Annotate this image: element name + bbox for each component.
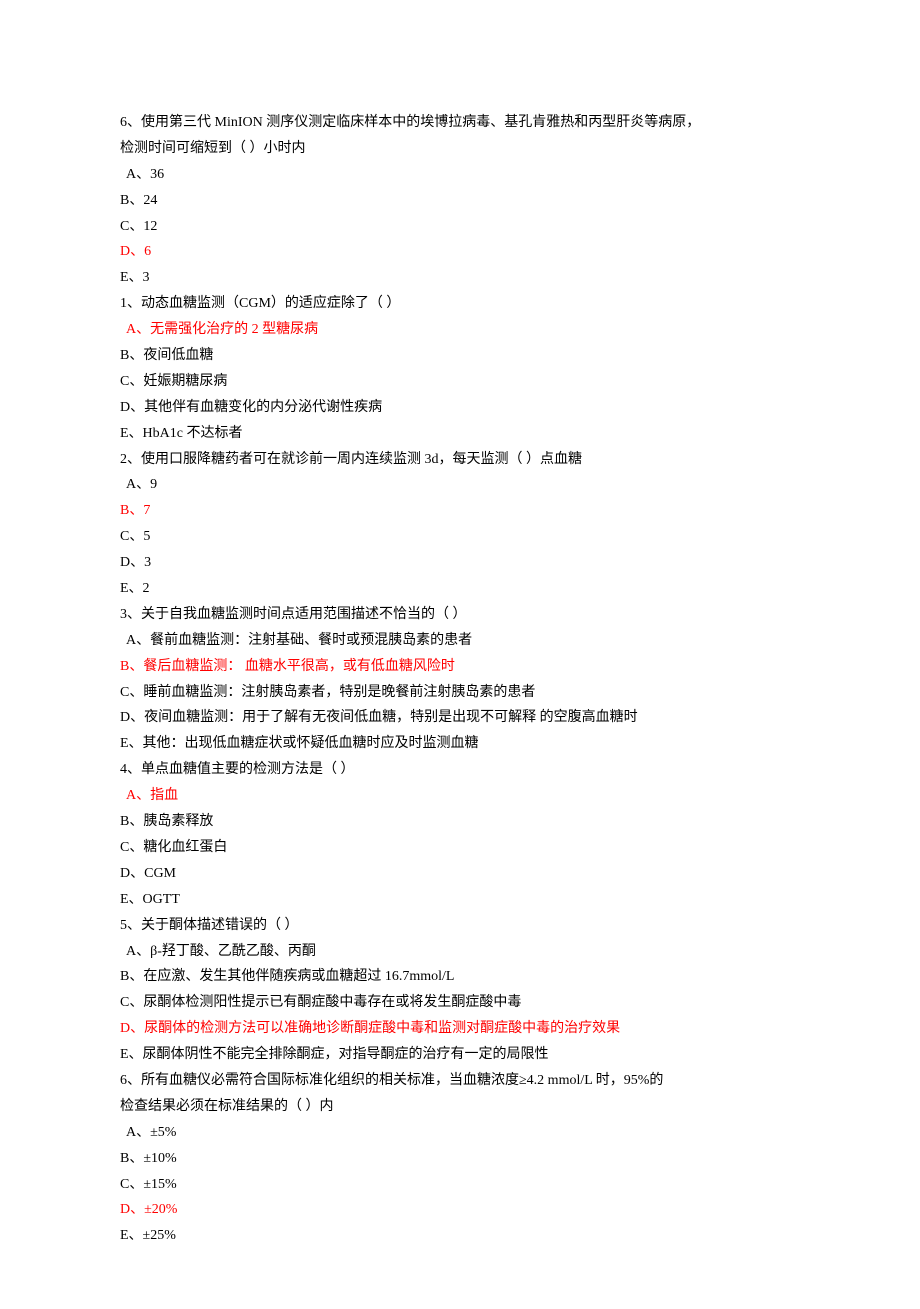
text-line: D、±20%	[120, 1197, 800, 1223]
text-line: E、HbA1c 不达标者	[120, 421, 800, 447]
text-line: 5、关于酮体描述错误的（ ）	[120, 913, 800, 939]
text-line: E、2	[120, 576, 800, 602]
text-line: D、尿酮体的检测方法可以准确地诊断酮症酸中毒和监测对酮症酸中毒的治疗效果	[120, 1016, 800, 1042]
text-line: A、餐前血糖监测：注射基础、餐时或预混胰岛素的患者	[120, 628, 800, 654]
text-line: 3、关于自我血糖监测时间点适用范围描述不恰当的（ ）	[120, 602, 800, 628]
text-line: A、9	[120, 472, 800, 498]
text-line: C、尿酮体检测阳性提示已有酮症酸中毒存在或将发生酮症酸中毒	[120, 990, 800, 1016]
text-line: B、在应激、发生其他伴随疾病或血糖超过 16.7mmol/L	[120, 964, 800, 990]
text-line: C、妊娠期糖尿病	[120, 369, 800, 395]
text-line: A、±5%	[120, 1120, 800, 1146]
text-line: A、无需强化治疗的 2 型糖尿病	[120, 317, 800, 343]
text-line: A、指血	[120, 783, 800, 809]
text-line: 1、动态血糖监测（CGM）的适应症除了（ ）	[120, 291, 800, 317]
text-line: C、12	[120, 214, 800, 240]
text-line: 6、所有血糖仪必需符合国际标准化组织的相关标准，当血糖浓度≥4.2 mmol/L…	[120, 1068, 800, 1094]
text-line: 6、使用第三代 MinION 测序仪测定临床样本中的埃博拉病毒、基孔肯雅热和丙型…	[120, 110, 800, 136]
text-line: A、36	[120, 162, 800, 188]
text-line: B、±10%	[120, 1146, 800, 1172]
text-line: E、3	[120, 265, 800, 291]
text-line: E、其他：出现低血糖症状或怀疑低血糖时应及时监测血糖	[120, 731, 800, 757]
text-line: D、CGM	[120, 861, 800, 887]
text-line: 4、单点血糖值主要的检测方法是（ ）	[120, 757, 800, 783]
text-line: C、睡前血糖监测：注射胰岛素者，特别是晚餐前注射胰岛素的患者	[120, 680, 800, 706]
text-line: E、±25%	[120, 1223, 800, 1249]
text-line: D、3	[120, 550, 800, 576]
text-line: D、6	[120, 239, 800, 265]
text-line: B、24	[120, 188, 800, 214]
text-line: 检测时间可缩短到（ ）小时内	[120, 136, 800, 162]
text-line: 2、使用口服降糖药者可在就诊前一周内连续监测 3d，每天监测（ ）点血糖	[120, 447, 800, 473]
text-line: C、5	[120, 524, 800, 550]
text-line: B、餐后血糖监测： 血糖水平很高，或有低血糖风险时	[120, 654, 800, 680]
text-line: E、OGTT	[120, 887, 800, 913]
text-line: B、胰岛素释放	[120, 809, 800, 835]
text-line: 检查结果必须在标准结果的（ ）内	[120, 1094, 800, 1120]
text-line: C、±15%	[120, 1172, 800, 1198]
text-line: E、尿酮体阴性不能完全排除酮症，对指导酮症的治疗有一定的局限性	[120, 1042, 800, 1068]
text-line: D、夜间血糖监测：用于了解有无夜间低血糖，特别是出现不可解释 的空腹高血糖时	[120, 705, 800, 731]
text-line: B、夜间低血糖	[120, 343, 800, 369]
text-line: B、7	[120, 498, 800, 524]
text-line: A、β-羟丁酸、乙酰乙酸、丙酮	[120, 939, 800, 965]
text-line: C、糖化血红蛋白	[120, 835, 800, 861]
document-page: 6、使用第三代 MinION 测序仪测定临床样本中的埃博拉病毒、基孔肯雅热和丙型…	[0, 0, 920, 1309]
text-line: D、其他伴有血糖变化的内分泌代谢性疾病	[120, 395, 800, 421]
